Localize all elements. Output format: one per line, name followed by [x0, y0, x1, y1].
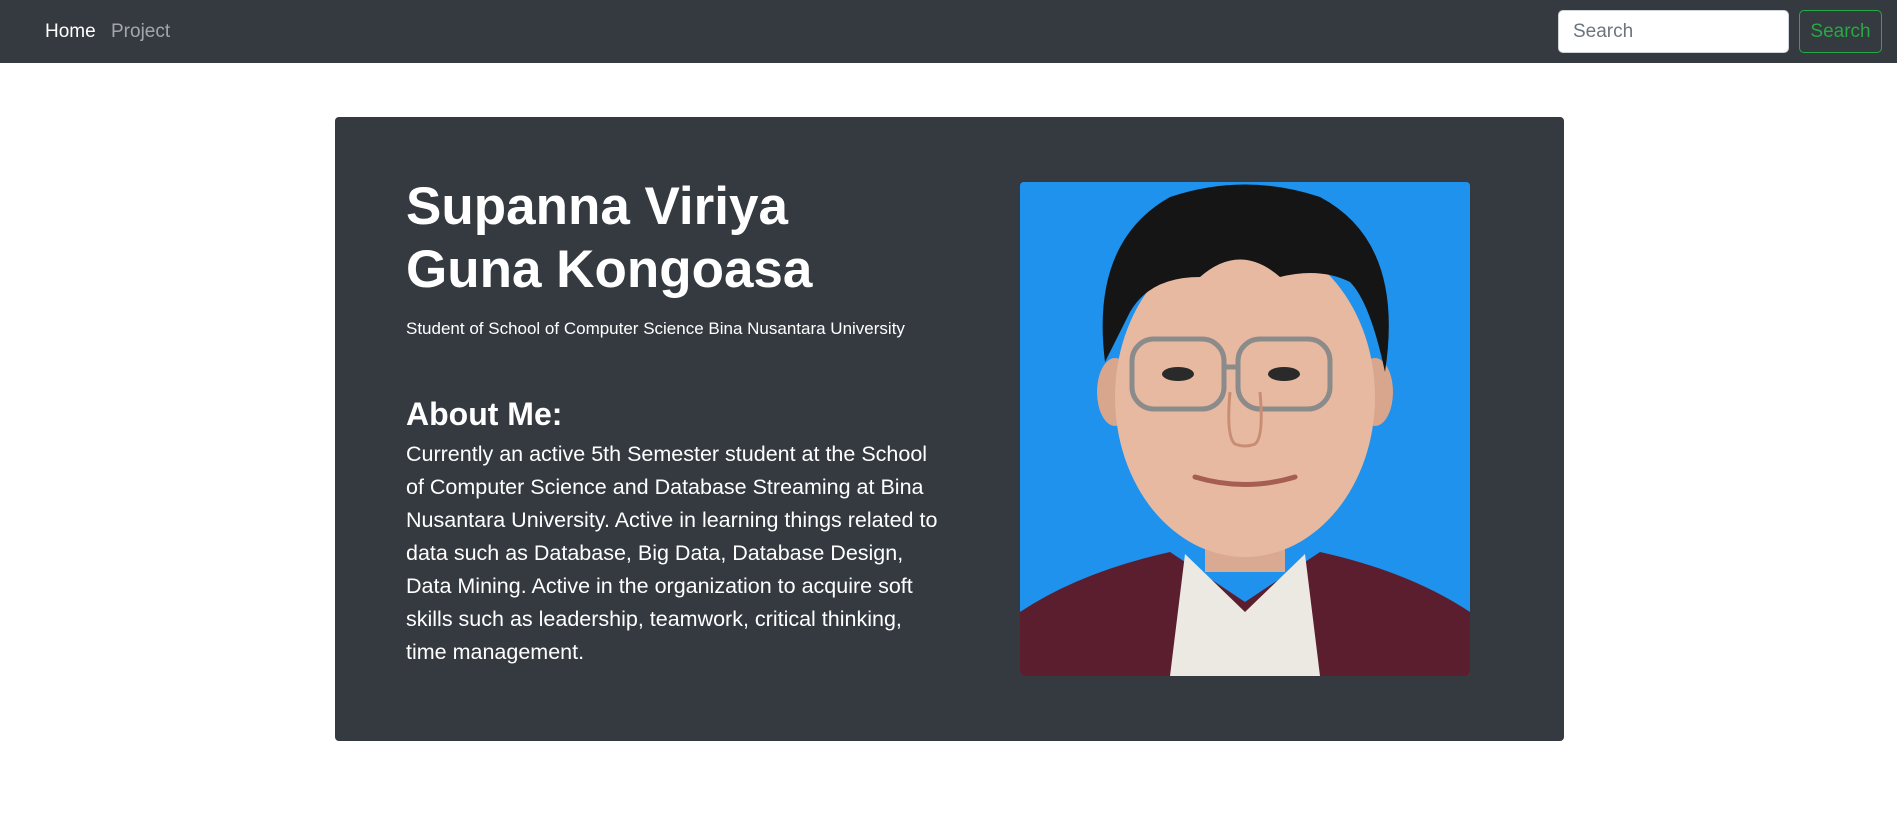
profile-name: Supanna Viriya Guna Kongoasa [406, 175, 846, 301]
nav-link-project[interactable]: Project [111, 20, 170, 44]
search-input[interactable] [1558, 10, 1789, 53]
profile-photo [1020, 182, 1470, 676]
search-button[interactable]: Search [1799, 10, 1882, 53]
nav-link-home[interactable]: Home [45, 20, 96, 44]
profile-name-line-2: Guna Kongoasa [406, 240, 813, 299]
profile-subtitle: Student of School of Computer Science Bi… [406, 319, 905, 338]
profile-name-line-1: Supanna Viriya [406, 177, 788, 236]
hero-card: Supanna Viriya Guna Kongoasa Student of … [335, 117, 1564, 741]
top-navbar: Home Project Search [0, 0, 1897, 63]
profile-portrait-illustration [1020, 182, 1470, 676]
about-heading: About Me: [406, 396, 563, 432]
about-text: Currently an active 5th Semester student… [406, 442, 938, 664]
